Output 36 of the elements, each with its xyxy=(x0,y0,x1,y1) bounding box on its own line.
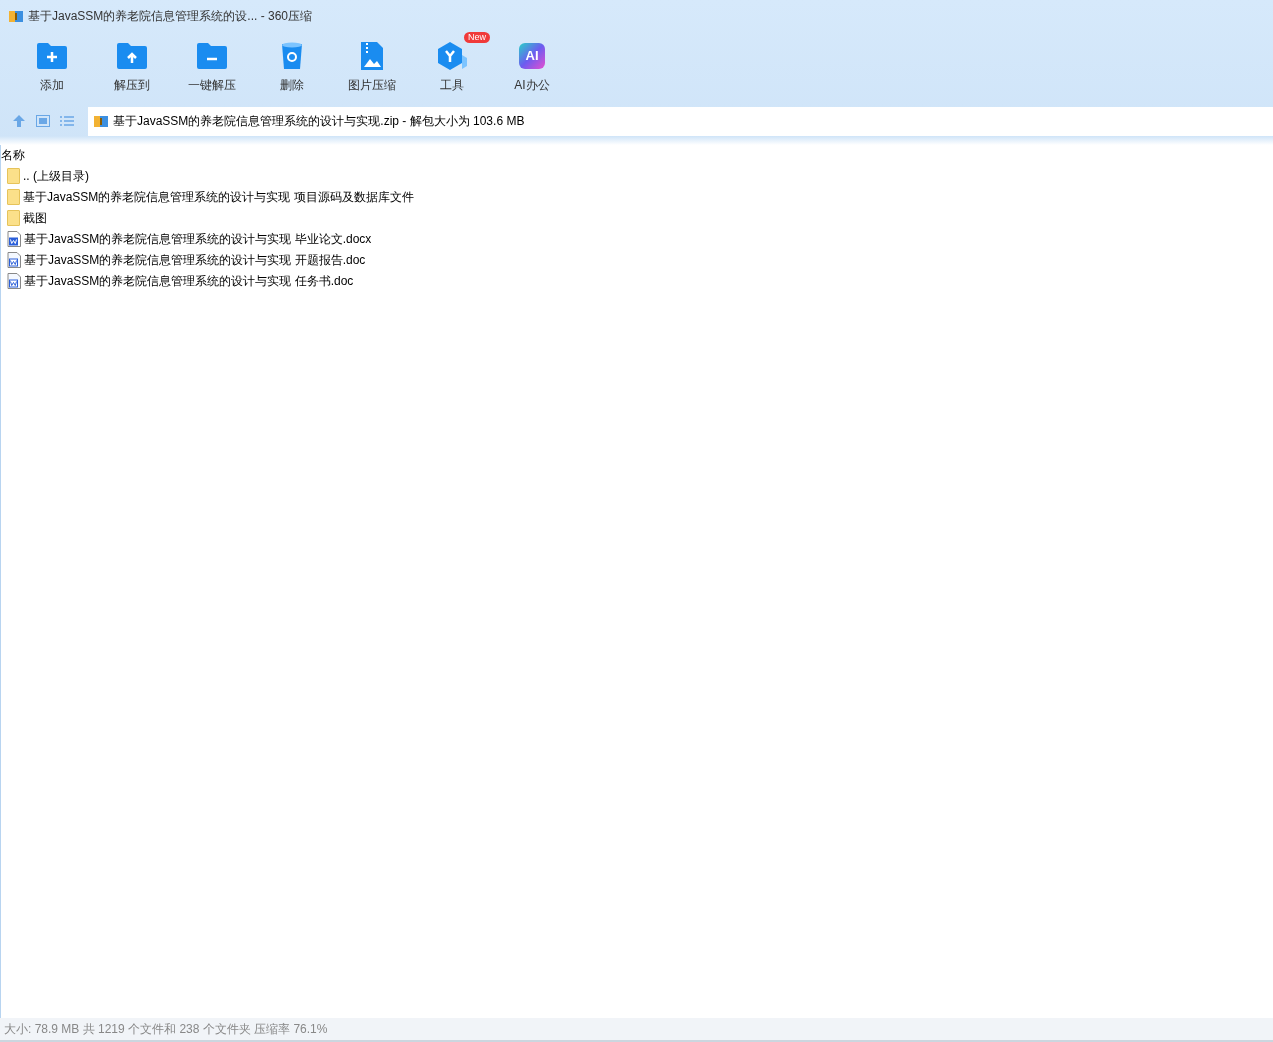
up-arrow-icon[interactable] xyxy=(12,114,26,128)
folder-icon xyxy=(7,188,20,205)
archive-icon xyxy=(93,113,109,129)
file-row[interactable]: .. (上级目录) xyxy=(7,165,1273,186)
file-row[interactable]: 基于JavaSSM的养老院信息管理系统的设计与实现 开题报告.doc xyxy=(7,249,1273,270)
folder-icon xyxy=(7,209,20,226)
toolbar-button[interactable]: 工具 New xyxy=(412,32,492,98)
cube-y-icon xyxy=(436,41,468,71)
word-document-icon xyxy=(7,272,21,289)
recycle-bin-icon xyxy=(280,41,304,71)
window-title: 基于JavaSSM的养老院信息管理系统的设... - 360压缩 xyxy=(28,8,313,25)
toolbar-button[interactable]: 图片压缩 xyxy=(332,32,412,98)
word-document-icon xyxy=(7,230,21,247)
toolbar-button[interactable]: AI AI办公 xyxy=(492,32,572,98)
file-row[interactable]: 基于JavaSSM的养老院信息管理系统的设计与实现 项目源码及数据库文件 xyxy=(7,186,1273,207)
archive-icon xyxy=(8,8,24,24)
thumbnail-view-icon[interactable] xyxy=(36,115,50,127)
new-badge: New xyxy=(464,32,490,43)
file-row[interactable]: 基于JavaSSM的养老院信息管理系统的设计与实现 任务书.doc xyxy=(7,270,1273,291)
file-row[interactable]: 截图 xyxy=(7,207,1273,228)
folder-plus-icon xyxy=(36,42,68,70)
toolbar-button[interactable]: 一键解压 xyxy=(172,32,252,98)
list-view-icon[interactable] xyxy=(60,115,74,127)
folder-minus-icon xyxy=(196,42,228,70)
status-text: 大小: 78.9 MB 共 1219 个文件和 238 个文件夹 压缩率 76.1% xyxy=(4,1021,328,1038)
ai-icon: AI xyxy=(519,43,545,69)
column-header[interactable]: 名称 xyxy=(1,146,25,164)
address-bar[interactable]: 基于JavaSSM的养老院信息管理系统的设计与实现.zip - 解包大小为 103.6 MB xyxy=(88,106,1273,136)
image-file-icon xyxy=(360,41,384,71)
word-document-icon xyxy=(7,251,21,268)
toolbar-button[interactable]: 解压到 xyxy=(92,32,172,98)
toolbar-button[interactable]: 删除 xyxy=(252,32,332,98)
folder-arrow-up-icon xyxy=(116,42,148,70)
folder-icon xyxy=(7,167,20,184)
file-row[interactable]: 基于JavaSSM的养老院信息管理系统的设计与实现 毕业论文.docx xyxy=(7,228,1273,249)
toolbar-button[interactable]: 添加 xyxy=(12,32,92,98)
